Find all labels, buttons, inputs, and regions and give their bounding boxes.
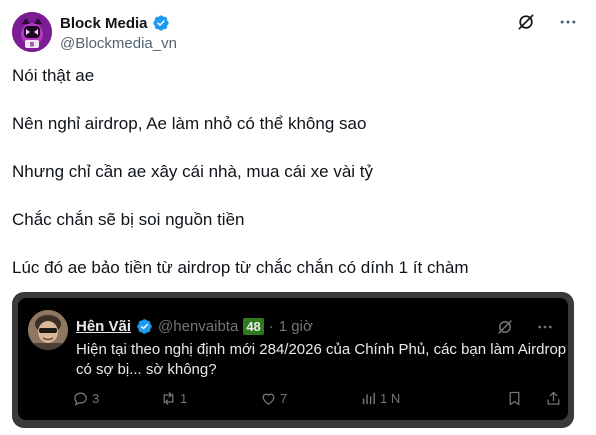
- quoted-text-line: có sợ bị... sờ không?: [76, 361, 217, 378]
- reply-count: 3: [92, 391, 100, 406]
- quoted-author-display-name[interactable]: Hên Vãi: [76, 318, 131, 335]
- quoted-author-score-badge: 48: [243, 318, 264, 335]
- tweet-text: Nói thật ae Nên nghỉ airdrop, Ae làm nhỏ…: [12, 64, 572, 304]
- like-button[interactable]: 7: [260, 390, 360, 407]
- quoted-secondary-actions: [506, 390, 562, 407]
- quoted-action-bar: 3 1 7 1 N: [72, 390, 562, 407]
- repost-icon: [160, 390, 177, 407]
- tweet: B Block Media @Blockmedia_vn Nói thật ae…: [0, 0, 596, 435]
- tweet-paragraph: Chắc chắn sẽ bị soi nguồn tiền: [12, 210, 245, 229]
- author-handle[interactable]: @Blockmedia_vn: [60, 35, 177, 52]
- repost-button[interactable]: 1: [160, 390, 260, 407]
- quoted-author-avatar[interactable]: [28, 310, 68, 350]
- author-display-name[interactable]: Block Media: [60, 15, 148, 32]
- like-icon: [260, 390, 277, 407]
- verified-badge-icon[interactable]: [152, 14, 170, 32]
- grok-icon[interactable]: [496, 318, 514, 336]
- quoted-tweet-text: Hiện tại theo nghị định mới 284/2026 của…: [76, 340, 567, 380]
- quoted-verified-badge-icon[interactable]: [136, 318, 153, 335]
- tweet-paragraph: Nhưng chỉ cần ae xây cái nhà, mua cái xe…: [12, 162, 374, 181]
- like-count: 7: [280, 391, 288, 406]
- quoted-tweet[interactable]: Hên Vãi @henvaibta 48 · 1 giờ Hiện tại t…: [18, 298, 568, 420]
- author-avatar[interactable]: B: [12, 12, 52, 52]
- quoted-author-row: Hên Vãi @henvaibta 48 · 1 giờ: [76, 318, 313, 335]
- quoted-timestamp[interactable]: 1 giờ: [279, 318, 313, 335]
- quoted-author-handle[interactable]: @henvaibta: [158, 318, 238, 335]
- grok-icon[interactable]: [516, 12, 536, 32]
- bookmark-icon[interactable]: [506, 390, 523, 407]
- author-name-row: Block Media: [60, 13, 177, 33]
- avatar-image: B: [12, 12, 52, 52]
- more-icon[interactable]: [558, 12, 578, 32]
- quoted-text-line: Hiện tại theo nghị định mới 284/2026 của…: [76, 341, 567, 358]
- quoted-top-actions: [496, 318, 554, 336]
- reply-button[interactable]: 3: [72, 390, 160, 407]
- quoted-separator: ·: [268, 318, 274, 335]
- svg-text:B: B: [30, 42, 35, 49]
- more-icon[interactable]: [536, 318, 554, 336]
- quoted-tweet-card[interactable]: Hên Vãi @henvaibta 48 · 1 giờ Hiện tại t…: [12, 292, 574, 428]
- author-block: Block Media @Blockmedia_vn: [60, 13, 177, 53]
- post-top-actions: [516, 12, 578, 32]
- views-count: 1 N: [380, 391, 401, 406]
- repost-count: 1: [180, 391, 188, 406]
- reply-icon: [72, 390, 89, 407]
- tweet-paragraph: Nên nghỉ airdrop, Ae làm nhỏ có thể khôn…: [12, 114, 367, 133]
- tweet-paragraph: Lúc đó ae bảo tiền từ airdrop từ chắc ch…: [12, 258, 469, 277]
- share-icon[interactable]: [545, 390, 562, 407]
- quoted-avatar-image: [28, 310, 68, 350]
- tweet-paragraph: Nói thật ae: [12, 66, 95, 85]
- views-icon: [360, 390, 377, 407]
- views-button[interactable]: 1 N: [360, 390, 450, 407]
